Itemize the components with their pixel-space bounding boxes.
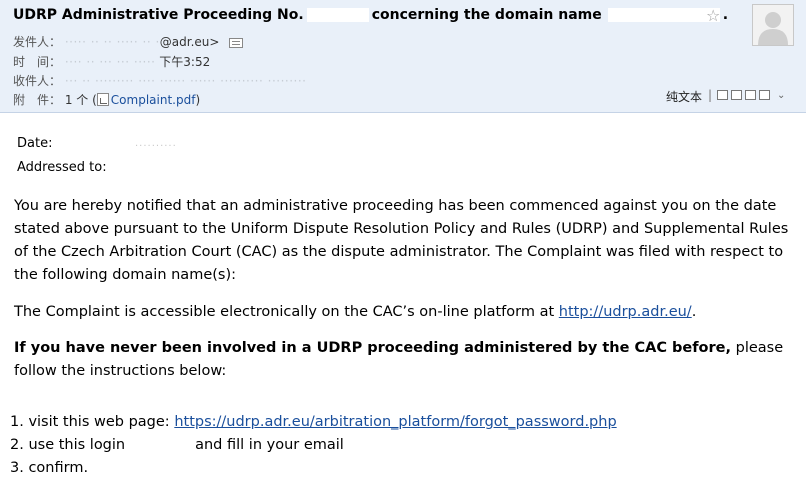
notice-paragraph: You are hereby notified that an administ… xyxy=(14,198,789,283)
platform-link[interactable]: http://udrp.adr.eu/ xyxy=(559,304,692,320)
platform-paragraph: The Complaint is accessible electronical… xyxy=(14,301,794,324)
from-domain[interactable]: @adr.eu> xyxy=(160,35,220,49)
addressed-label: Addressed to: xyxy=(17,160,107,175)
subject-text-end: . xyxy=(722,7,729,23)
email-body: Date: ·········· Addressed to: You are h… xyxy=(0,114,806,490)
date-label: Date: xyxy=(17,136,53,151)
time-value: 下午3:52 xyxy=(159,55,211,69)
instructions-paragraph: If you have never been involved in a UDR… xyxy=(14,337,794,383)
attachment-close: ) xyxy=(195,93,201,107)
subject-text-2: concerning the domain name xyxy=(371,7,602,23)
time-label: 时 间： xyxy=(13,55,62,69)
more-icon[interactable] xyxy=(759,90,770,100)
instructions-bold: If you have never been involved in a UDR… xyxy=(14,340,731,356)
step-2-text: 2. use this login xyxy=(10,437,126,453)
time-row: 时 间： ···· ·· ··· ··· ····· 下午3:52 xyxy=(13,53,210,70)
platform-text: The Complaint is accessible electronical… xyxy=(14,304,559,320)
toolbar-separator: | xyxy=(708,88,713,102)
pdf-file-icon xyxy=(96,93,109,106)
contact-card-icon[interactable] xyxy=(229,37,244,48)
avatar-placeholder-icon[interactable] xyxy=(752,4,794,46)
from-label: 发件人： xyxy=(13,35,62,49)
attachment-row: 附 件： 1 个 ( Complaint.pdf) xyxy=(13,91,200,108)
attachment-link[interactable]: Complaint.pdf xyxy=(111,93,196,107)
step-1-text: 1. visit this web page: xyxy=(10,414,175,430)
to-row: 收件人： ··· ·· ········· ···· ······ ······… xyxy=(13,72,306,89)
email-toolbar: ⌄ xyxy=(717,90,785,109)
star-icon[interactable]: ☆ xyxy=(706,6,720,25)
redacted-domain-name xyxy=(607,8,720,22)
attachment-count: 1 个 ( xyxy=(64,93,97,107)
step-2-rest: and fill in your email xyxy=(195,437,344,453)
email-subject: UDRP Administrative Proceeding No. concer… xyxy=(13,7,728,23)
chevron-down-icon[interactable]: ⌄ xyxy=(777,90,785,101)
to-address-redacted: ··· ·· ········· ···· ······ ······ ····… xyxy=(64,74,307,88)
step-2: 2. use this login and fill in your email xyxy=(10,437,344,453)
from-row: 发件人： ····· ·· ·· ····· ·· ·@adr.eu> xyxy=(13,33,244,50)
time-date-redacted: ···· ·· ··· ··· ····· xyxy=(64,55,156,69)
email-header: UDRP Administrative Proceeding No. concer… xyxy=(0,0,806,113)
plain-text-toggle[interactable]: 纯文本 xyxy=(666,88,702,105)
platform-text-end: . xyxy=(691,304,697,320)
attachment-label: 附 件： xyxy=(13,93,62,107)
copy-icon[interactable] xyxy=(731,90,742,100)
step-1: 1. visit this web page: https://udrp.adr… xyxy=(10,414,617,430)
forgot-password-link[interactable]: https://udrp.adr.eu/arbitration_platform… xyxy=(174,414,616,430)
print-icon[interactable] xyxy=(745,90,756,100)
to-label: 收件人： xyxy=(13,74,62,88)
subject-text-1: UDRP Administrative Proceeding No. xyxy=(13,7,304,23)
step-3: 3. confirm. xyxy=(10,460,89,476)
date-redacted: ·········· xyxy=(135,141,177,152)
from-address-redacted: ····· ·· ·· ····· ·· · xyxy=(64,35,160,49)
redacted-case-number xyxy=(306,8,369,22)
new-window-icon[interactable] xyxy=(717,90,728,100)
